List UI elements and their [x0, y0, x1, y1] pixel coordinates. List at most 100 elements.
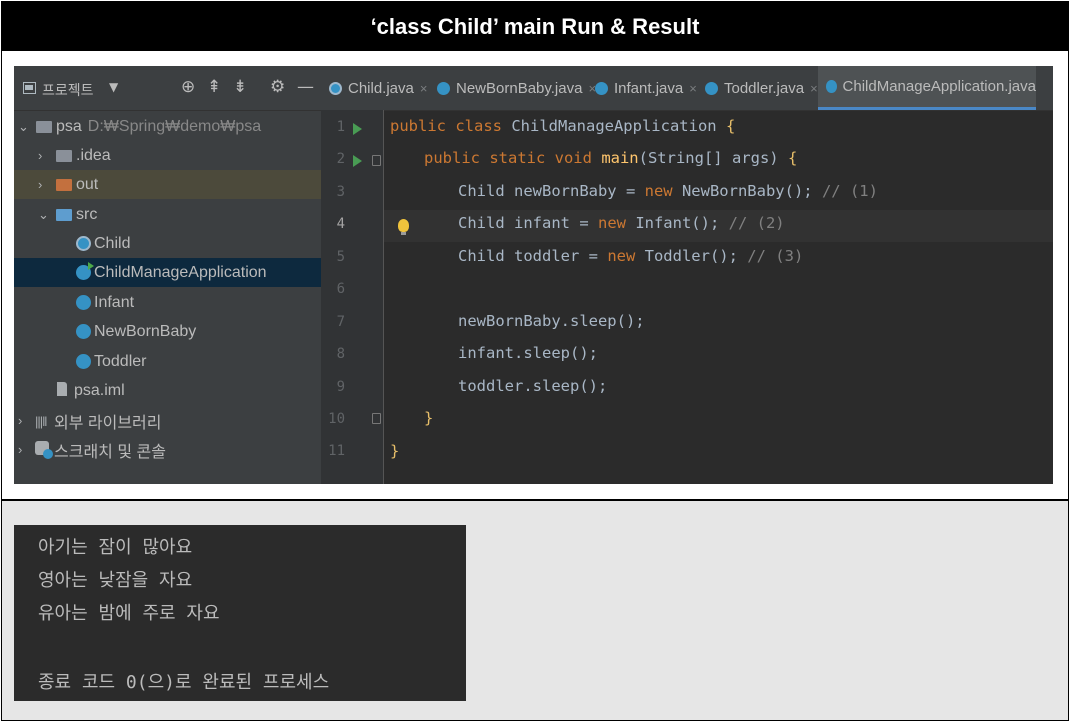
tree-item-toddler[interactable]: Toddler: [14, 347, 321, 376]
code-line-9: toddler.sleep();: [458, 370, 607, 402]
code-token: new: [607, 247, 645, 265]
line-number: 2: [336, 151, 345, 167]
class-icon: [705, 81, 718, 95]
code-line-11: }: [390, 435, 399, 467]
code-line-3: Child newBornBaby = new NewBornBaby(); /…: [458, 175, 878, 207]
result-area: 아기는 잠이 많아요 영아는 낮잠을 자요 유아는 밤에 주로 자요 종료 코드…: [2, 501, 1068, 720]
code-token: Toddler();: [644, 247, 738, 265]
tree-item-root[interactable]: ⌄ psa D:₩Spring₩demo₩psa: [14, 112, 321, 141]
folder-icon: [56, 179, 72, 191]
tree-item-out[interactable]: › out: [14, 170, 321, 199]
line-number: 11: [328, 443, 345, 459]
tree-item-newbornbaby[interactable]: NewBornBaby: [14, 317, 321, 346]
tree-item-label: ChildManageApplication: [94, 263, 267, 281]
runnable-class-icon: [826, 80, 837, 93]
console-line: 영아는 낮잠을 자요: [38, 570, 193, 591]
collapse-all-icon[interactable]: ⇟: [233, 78, 247, 96]
code-token: (String[] args): [638, 149, 788, 167]
chevron-down-icon[interactable]: ⌄: [18, 119, 29, 135]
line-number: 7: [336, 314, 345, 330]
ide-screenshot-area: 프로젝트 ▼ ⊕ ⇞ ⇟ ⚙ — ⌄ psa D:₩Spring₩demo₩psa: [2, 51, 1068, 499]
tree-item-scratches[interactable]: › 스크래치 및 콘솔: [14, 435, 321, 464]
tree-item-src[interactable]: ⌄ src: [14, 200, 321, 229]
editor-gutter: 1 2 3 4 5 6 7 8 9 10 11: [321, 110, 409, 484]
tab-toddler-java[interactable]: Toddler.java ×: [705, 66, 818, 110]
chevron-down-icon[interactable]: ⌄: [38, 207, 49, 223]
chevron-down-icon[interactable]: ▼: [109, 80, 118, 94]
hide-icon[interactable]: —: [297, 78, 314, 96]
tree-root-label: psa D:₩Spring₩demo₩psa: [56, 118, 261, 136]
class-icon: [76, 295, 91, 310]
code-token: public static void: [424, 149, 602, 167]
tree-item-label: Infant: [94, 293, 135, 311]
code-line-10: }: [424, 402, 433, 434]
tab-label: Toddler.java: [724, 79, 805, 97]
chevron-right-icon[interactable]: ›: [18, 442, 22, 457]
run-icon[interactable]: [353, 123, 362, 135]
chevron-right-icon[interactable]: ›: [38, 148, 42, 163]
class-icon: [437, 81, 450, 95]
tree-item-label: 외부 라이브러리: [54, 414, 162, 432]
code-token: Infant();: [635, 214, 720, 232]
run-console: 아기는 잠이 많아요 영아는 낮잠을 자요 유아는 밤에 주로 자요 종료 코드…: [14, 525, 466, 701]
close-icon[interactable]: ×: [810, 81, 818, 96]
expand-all-icon[interactable]: ⇞: [207, 78, 221, 96]
class-icon: [76, 324, 91, 339]
close-icon[interactable]: ×: [689, 81, 697, 96]
line-number: 9: [336, 379, 345, 395]
line-number: 8: [336, 346, 345, 362]
locate-icon[interactable]: ⊕: [181, 78, 195, 96]
tree-item-external-libraries[interactable]: › |||‖ 외부 라이브러리: [14, 406, 321, 435]
run-icon[interactable]: [353, 155, 362, 167]
tree-item-label: 스크래치 및 콘솔: [54, 443, 166, 461]
project-panel-title[interactable]: 프로젝트: [42, 80, 94, 100]
code-line-2: public static void main(String[] args) {: [424, 142, 797, 174]
code-line-8: infant.sleep();: [458, 337, 598, 369]
fold-icon[interactable]: [372, 155, 381, 166]
tab-childmanageapplication-java[interactable]: ChildManageApplication.java: [818, 66, 1036, 110]
root-path: D:₩Spring₩demo₩psa: [87, 117, 262, 135]
tab-newbornbaby-java[interactable]: NewBornBaby.java ×: [437, 66, 596, 110]
chevron-right-icon[interactable]: ›: [18, 413, 22, 428]
tree-item-label: out: [76, 175, 99, 193]
tab-label: Infant.java: [614, 79, 684, 97]
console-line: 종료 코드 0(으)로 완료된 프로세스: [38, 672, 330, 693]
code-token: // (2): [719, 214, 785, 232]
tree-item-psa-iml[interactable]: psa.iml: [14, 376, 321, 405]
abstract-class-icon: [76, 236, 91, 251]
tree-item-childmanageapplication[interactable]: ChildManageApplication: [14, 258, 321, 287]
code-line-1: public class ChildManageApplication {: [390, 110, 735, 142]
tree-item-child[interactable]: Child: [14, 229, 321, 258]
code-token: new: [597, 214, 636, 232]
code-line-4: Child infant = new Infant(); // (2): [458, 207, 785, 239]
line-number: 6: [336, 281, 345, 297]
code-area[interactable]: public class ChildManageApplication { pu…: [384, 110, 1053, 484]
chevron-right-icon[interactable]: ›: [38, 177, 42, 192]
fold-icon[interactable]: [372, 413, 381, 424]
code-token: new: [644, 182, 682, 200]
tree-item-infant[interactable]: Infant: [14, 288, 321, 317]
code-token: Child infant =: [458, 214, 598, 232]
code-token: newBornBaby.sleep();: [458, 312, 645, 330]
ide-window: 프로젝트 ▼ ⊕ ⇞ ⇟ ⚙ — ⌄ psa D:₩Spring₩demo₩psa: [14, 66, 1053, 484]
project-view-icon: [23, 82, 36, 94]
gear-icon[interactable]: ⚙: [270, 78, 285, 96]
tab-label: Child.java: [348, 79, 414, 97]
tab-infant-java[interactable]: Infant.java ×: [595, 66, 697, 110]
code-token: Child newBornBaby =: [458, 182, 645, 200]
code-token: ChildManageApplication: [511, 117, 726, 135]
tree-item-idea[interactable]: › .idea: [14, 141, 321, 170]
tab-child-java[interactable]: Child.java ×: [329, 66, 427, 110]
close-icon[interactable]: ×: [420, 81, 428, 96]
project-panel-header: 프로젝트 ▼ ⊕ ⇞ ⇟ ⚙ —: [14, 66, 321, 111]
project-panel: 프로젝트 ▼ ⊕ ⇞ ⇟ ⚙ — ⌄ psa D:₩Spring₩demo₩psa: [14, 66, 321, 484]
line-number: 5: [336, 249, 345, 265]
source-folder-icon: [56, 209, 72, 221]
root-name: psa: [56, 117, 82, 135]
line-number: 10: [328, 411, 345, 427]
code-token: }: [424, 409, 434, 427]
clock-icon: [43, 449, 53, 459]
tree-item-label: psa.iml: [74, 381, 125, 399]
slide-title: ‘class Child’ main Run & Result: [2, 2, 1068, 51]
code-token: main: [601, 149, 639, 167]
